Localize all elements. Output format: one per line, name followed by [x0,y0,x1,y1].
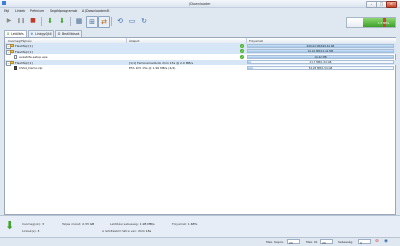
toolbar-separator [70,16,71,26]
stop-icon: ■ [30,17,36,24]
row-name: CSS4_Demo.zip [19,66,43,71]
row-name: Flashfájl [1] [15,44,33,49]
reconnect-icon: ⟲ [117,17,123,25]
speed-label: 1.5 MB/s [378,21,390,25]
clipboard-button[interactable]: ⊞ [86,16,98,28]
progress-bar: 54.28 MB/1.54 GB [247,65,394,70]
menu-about[interactable]: A JDownloaderről [82,9,109,13]
menu-tools[interactable]: Segédprogramok [50,9,77,13]
download-icon: ⬇ [5,219,15,232]
toolbar-separator [111,16,112,26]
shuffle-icon: ⇄ [101,18,107,26]
link-grabber-button[interactable]: ▦ [74,16,84,26]
progress-text: 54.28 MB/1.54 GB [308,66,333,70]
progress-bar: 699.64 KB/699.64 KB [247,43,394,48]
stop-button[interactable]: ■ [28,16,38,26]
pause-button[interactable]: ❚❚ [16,16,26,26]
download-list[interactable]: Csomag/Fájlnév Állapot Folyamat − Flashf… [4,36,396,215]
summary-panel: ⬇ Csomag(ok): 3 Linkek(s): 3 Teljes mére… [0,215,400,238]
check-icon: ✓ [240,54,245,59]
row-status: ETA 1h5 15s @ 1.96 MB/s (4/4) [129,66,176,71]
clipboard-icon: ⊞ [89,18,95,26]
file-row[interactable]: CSS4_Demo.zip ETA 1h5 15s @ 1.96 MB/s (4… [5,65,396,71]
links-count: Linkek(s): 3 [22,229,40,233]
speed-label: Sebesség [338,240,353,244]
download-speed: Letöltési sebesség: 1.98 MB/s [110,222,155,226]
toolbar-separator [41,16,42,26]
premium-icon[interactable]: ◉ [384,239,388,244]
shuffle-button[interactable]: ⇄ [98,16,110,28]
packages-count: Csomag(ok): 3 [22,222,44,226]
arrow-down-icon: ⬇ [59,17,65,25]
speed-limit-spinner[interactable]: 0 [358,239,371,245]
exe-file-icon [14,54,17,59]
move-down-button[interactable]: ⬇ [57,16,67,26]
arrow-down-icon: ⬇ [47,17,53,25]
max-connections-label: Max. Kapcs. [266,240,284,244]
grid-icon: ▦ [75,17,83,25]
row-name: Flashfájl [1] [15,60,33,65]
folder-icon [10,44,14,48]
menu-links[interactable]: Linkek [15,9,25,13]
speed-meter: 1.5 MB/s [346,17,396,28]
column-name[interactable]: Csomag/Fájlnév [8,39,32,43]
column-status[interactable]: Állapot [129,39,139,43]
eta: A letöltésből hátra van: 21m 18s [102,229,152,233]
monitor-icon: ▭ [128,17,136,25]
progress-percent: Folyamat: 1.68% [172,222,198,226]
start-button[interactable]: ▶ [4,16,14,26]
reconnect-button[interactable]: ⟲ [115,16,125,26]
check-icon: ✓ [240,49,245,54]
row-name: avastzfe-setup.exe [19,55,48,60]
tab-label: Letöltés [11,32,24,36]
toolbar: ▶ ❚❚ ■ ⬇ ⬇ ▦ ⊞ ⇄ ⟲ ▭ ↻ 1.5 MB/s [0,14,400,30]
folder-icon [10,60,14,64]
update-button[interactable]: ↻ [139,16,149,26]
row-name: Flashfájl [1] [15,49,33,54]
tab-label: Linkgyűjtő [35,32,52,36]
folder-icon [10,49,14,53]
monitor-button[interactable]: ▭ [127,16,137,26]
menu-file[interactable]: Fájl [4,9,9,13]
tab-label: Beállítások [62,32,80,36]
pause-icon: ❚❚ [16,18,26,24]
column-progress[interactable]: Folyamat [249,39,263,43]
total-size: Teljes méret: 2.33 GB [62,222,95,226]
progress-bar: 21.7 MB/1.54 GB [247,60,394,64]
zip-file-icon [14,65,17,70]
refresh-icon: ↻ [141,17,147,25]
menu-premium[interactable]: Prémium [30,9,44,13]
max-downloads-label: Max. Dl. [306,240,319,244]
row-status: [1/1] Feminamadá kb 21m 15s @ 2.0 MB/s [129,60,194,65]
move-up-button[interactable]: ⬇ [45,16,55,26]
stop-after-icon[interactable]: ⊘ [375,239,379,244]
check-icon: ✓ [240,43,245,48]
progress-bar: 10.42 MB [247,54,394,59]
play-icon: ▶ [6,17,12,24]
max-connections-spinner[interactable]: 20 [287,239,300,245]
window-title: JDownloader [189,1,211,6]
max-downloads-spinner[interactable]: 20 [320,239,333,245]
progress-bar: 10.42 MB/10.42 MB [247,49,394,53]
